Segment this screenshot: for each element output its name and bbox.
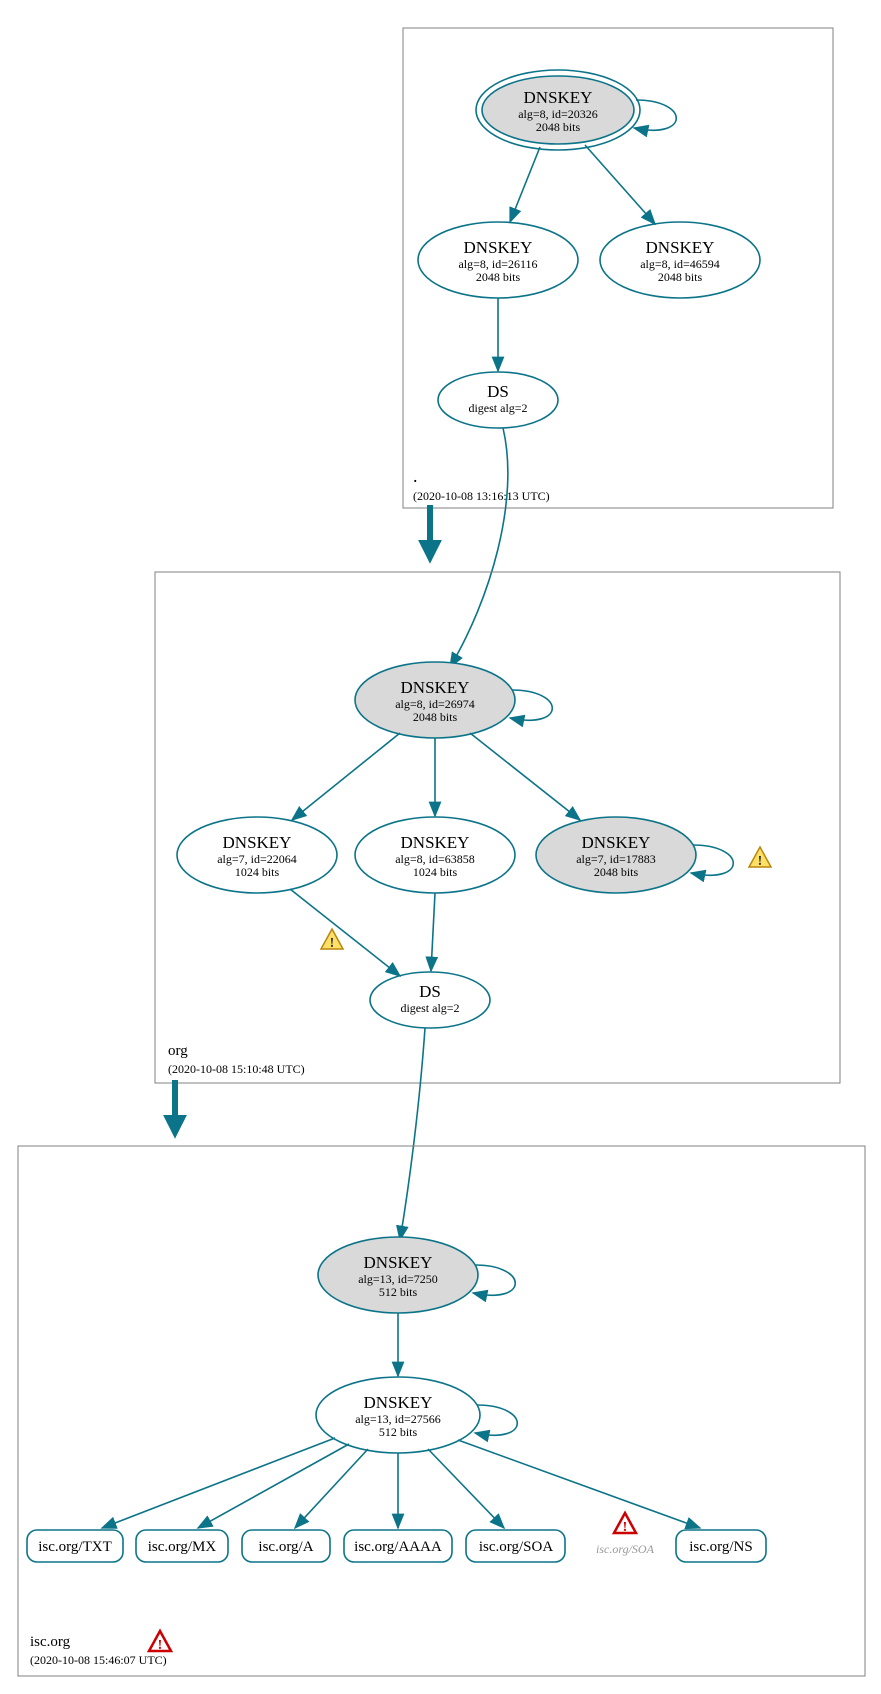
svg-text:DNSKEY: DNSKEY	[582, 833, 651, 852]
edge-zsk-soa	[428, 1449, 504, 1528]
edge-org-ksk-z1	[292, 733, 400, 820]
edge-zsk-ns	[458, 1440, 700, 1528]
svg-text:2048 bits: 2048 bits	[594, 865, 639, 879]
svg-text:DNSKEY: DNSKEY	[464, 238, 533, 257]
svg-text:alg=7, id=17883: alg=7, id=17883	[576, 852, 656, 866]
edge-zsk-a	[295, 1449, 368, 1528]
zone-root-name: .	[413, 466, 418, 486]
self-loop-isc-ksk	[473, 1265, 515, 1295]
node-org-ksk: DNSKEY alg=8, id=26974 2048 bits	[355, 662, 552, 738]
dnssec-graph-svg: ! ! . (2020-10-08 13:16:13 UTC) DNSKEY a…	[0, 0, 881, 1694]
svg-text:DNSKEY: DNSKEY	[364, 1253, 433, 1272]
svg-text:DNSKEY: DNSKEY	[524, 88, 593, 107]
svg-text:isc.org/SOA: isc.org/SOA	[596, 1542, 655, 1556]
node-root-ksk: DNSKEY alg=8, id=20326 2048 bits	[476, 70, 676, 150]
svg-text:alg=8, id=63858: alg=8, id=63858	[395, 852, 475, 866]
svg-text:2048 bits: 2048 bits	[536, 120, 581, 134]
svg-text:512 bits: 512 bits	[379, 1425, 418, 1439]
edge-zsk-txt	[102, 1438, 335, 1528]
node-root-zsk2: DNSKEY alg=8, id=46594 2048 bits	[600, 222, 760, 298]
svg-text:isc.org/SOA: isc.org/SOA	[479, 1539, 553, 1555]
svg-text:512 bits: 512 bits	[379, 1285, 418, 1299]
warning-icon	[749, 847, 771, 869]
rr-a: isc.org/A	[242, 1530, 330, 1562]
node-org-z3: DNSKEY alg=7, id=17883 2048 bits	[536, 817, 771, 893]
edge-org-z1-ds	[290, 889, 400, 976]
svg-text:DS: DS	[487, 382, 509, 401]
svg-text:1024 bits: 1024 bits	[235, 865, 280, 879]
edge-root-ksk-zsk1	[510, 147, 540, 222]
svg-text:digest alg=2: digest alg=2	[400, 1001, 459, 1015]
svg-text:isc.org/AAAA: isc.org/AAAA	[354, 1539, 442, 1555]
svg-text:DNSKEY: DNSKEY	[223, 833, 292, 852]
svg-text:2048 bits: 2048 bits	[413, 710, 458, 724]
rr-soa-faded: isc.org/SOA	[596, 1513, 655, 1556]
edge-org-ds-isc-ksk	[400, 1028, 425, 1240]
node-org-z1: DNSKEY alg=7, id=22064 1024 bits	[177, 817, 337, 893]
node-root-zsk1: DNSKEY alg=8, id=26116 2048 bits	[418, 222, 578, 298]
svg-text:alg=8, id=46594: alg=8, id=46594	[640, 257, 720, 271]
rr-soa: isc.org/SOA	[466, 1530, 565, 1562]
svg-text:digest alg=2: digest alg=2	[468, 401, 527, 415]
svg-text:isc.org/A: isc.org/A	[258, 1539, 313, 1555]
self-loop-root-ksk	[634, 100, 676, 130]
svg-text:DNSKEY: DNSKEY	[401, 678, 470, 697]
error-icon	[614, 1513, 636, 1535]
svg-text:DNSKEY: DNSKEY	[401, 833, 470, 852]
svg-text:alg=13, id=27566: alg=13, id=27566	[355, 1412, 441, 1426]
edge-zsk-mx	[198, 1444, 349, 1528]
zone-isc-ts: (2020-10-08 15:46:07 UTC)	[30, 1653, 167, 1667]
svg-text:isc.org/NS: isc.org/NS	[689, 1539, 752, 1555]
edge-org-z2-ds	[431, 893, 435, 971]
svg-text:alg=8, id=26974: alg=8, id=26974	[395, 697, 475, 711]
zone-root-ts: (2020-10-08 13:16:13 UTC)	[413, 489, 550, 503]
zone-org-ts: (2020-10-08 15:10:48 UTC)	[168, 1062, 305, 1076]
zone-isc-name: isc.org	[30, 1634, 71, 1650]
svg-text:DS: DS	[419, 982, 441, 1001]
svg-text:alg=8, id=20326: alg=8, id=20326	[518, 107, 598, 121]
svg-text:2048 bits: 2048 bits	[476, 270, 521, 284]
svg-text:DNSKEY: DNSKEY	[364, 1393, 433, 1412]
warning-icon	[321, 929, 343, 951]
edge-root-ds-org-ksk	[450, 428, 508, 667]
node-org-ds: DS digest alg=2	[370, 972, 490, 1028]
node-org-z2: DNSKEY alg=8, id=63858 1024 bits	[355, 817, 515, 893]
svg-text:DNSKEY: DNSKEY	[646, 238, 715, 257]
zone-org-name: org	[168, 1043, 188, 1059]
svg-text:isc.org/TXT: isc.org/TXT	[38, 1539, 111, 1555]
svg-text:alg=7, id=22064: alg=7, id=22064	[217, 852, 297, 866]
node-root-ds: DS digest alg=2	[438, 372, 558, 428]
rr-ns: isc.org/NS	[676, 1530, 766, 1562]
svg-text:isc.org/MX: isc.org/MX	[148, 1539, 217, 1555]
svg-text:alg=8, id=26116: alg=8, id=26116	[458, 257, 537, 271]
node-isc-zsk: DNSKEY alg=13, id=27566 512 bits	[316, 1377, 517, 1453]
svg-text:2048 bits: 2048 bits	[658, 270, 703, 284]
rr-aaaa: isc.org/AAAA	[344, 1530, 452, 1562]
rr-mx: isc.org/MX	[136, 1530, 228, 1562]
edge-root-ksk-zsk2	[585, 145, 655, 224]
self-loop-org-ksk	[510, 690, 552, 720]
node-isc-ksk: DNSKEY alg=13, id=7250 512 bits	[318, 1237, 515, 1313]
self-loop-org-z3	[691, 845, 733, 875]
svg-text:alg=13, id=7250: alg=13, id=7250	[358, 1272, 438, 1286]
error-icon	[149, 1631, 171, 1653]
edge-org-ksk-z3	[470, 733, 580, 820]
self-loop-isc-zsk	[475, 1405, 517, 1435]
svg-text:1024 bits: 1024 bits	[413, 865, 458, 879]
rr-txt: isc.org/TXT	[27, 1530, 123, 1562]
